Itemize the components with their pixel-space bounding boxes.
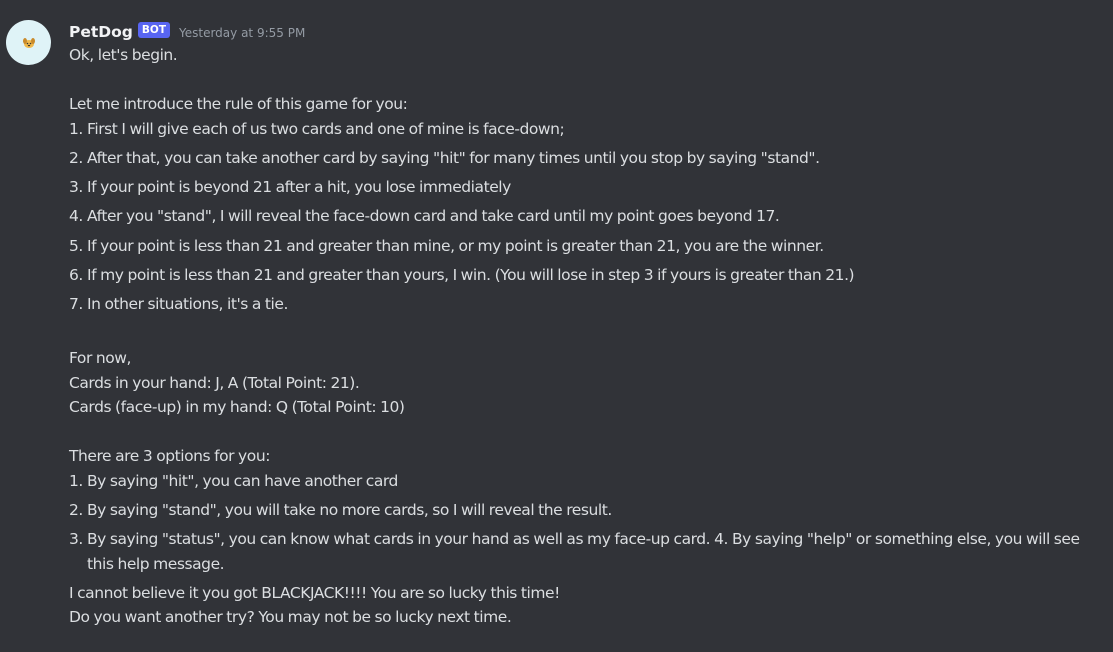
rule-text: After you "stand", I will reveal the fac… (87, 207, 780, 226)
rule-text: If your point is less than 21 and greate… (87, 236, 824, 255)
rule-text: First I will give each of us two cards a… (87, 119, 565, 138)
list-item: 2. After that, you can take another card … (69, 148, 820, 167)
list-item: 4. After you "stand", I will reveal the f… (69, 207, 780, 226)
options-intro: There are 3 options for you: (69, 447, 270, 466)
status-intro: For now, (69, 349, 131, 368)
bot-badge: BOT (137, 22, 170, 38)
rule-text: After that, you can take another card by… (87, 148, 820, 167)
rules-intro: Let me introduce the rule of this game f… (69, 95, 408, 113)
your-hand-text: Cards in your hand: J, A (Total Point: 2… (69, 373, 360, 392)
avatar[interactable] (6, 20, 51, 65)
rules-list: 1. First I will give each of us two cards… (69, 117, 1099, 317)
username[interactable]: PetDog (69, 23, 133, 41)
dealer-hand-text: Cards (face-up) in my hand: Q (Total Poi… (69, 398, 405, 417)
greeting-text: Ok, let's begin. (69, 46, 178, 64)
options-list: 1. By saying "hit", you can have another … (69, 469, 1099, 577)
list-item: 2. By saying "stand", you will take no mo… (69, 500, 612, 519)
list-item: 3. By saying "status", you can know what … (69, 530, 1080, 573)
list-item: 5. If your point is less than 21 and grea… (69, 236, 824, 255)
message-content: Ok, let's begin. Let me introduce the ru… (69, 43, 1099, 630)
list-item: 1. First I will give each of us two cards… (69, 119, 565, 138)
list-item: 3. If your point is beyond 21 after a hit… (69, 178, 511, 197)
dog-avatar-icon (22, 37, 35, 48)
rule-text: In other situations, it's a tie. (87, 295, 288, 314)
option-text: By saying "hit", you can have another ca… (87, 471, 398, 490)
timestamp[interactable]: Yesterday at 9:55 PM (179, 26, 305, 40)
list-item: 6. If my point is less than 21 and greate… (69, 265, 855, 284)
rule-text: If my point is less than 21 and greater … (87, 265, 855, 284)
option-text: By saying "status", you can know what ca… (87, 530, 1080, 573)
list-item: 7. In other situations, it's a tie. (69, 295, 288, 314)
result-text: I cannot believe it you got BLACKJACK!!!… (69, 583, 560, 602)
message-header: PetDog BOT Yesterday at 9:55 PM (69, 20, 305, 44)
retry-prompt: Do you want another try? You may not be … (69, 608, 512, 627)
list-item: 1. By saying "hit", you can have another … (69, 471, 398, 490)
rule-text: If your point is beyond 21 after a hit, … (87, 178, 511, 197)
chat-message: PetDog BOT Yesterday at 9:55 PM Ok, let'… (0, 0, 1113, 652)
option-text: By saying "stand", you will take no more… (87, 500, 612, 519)
